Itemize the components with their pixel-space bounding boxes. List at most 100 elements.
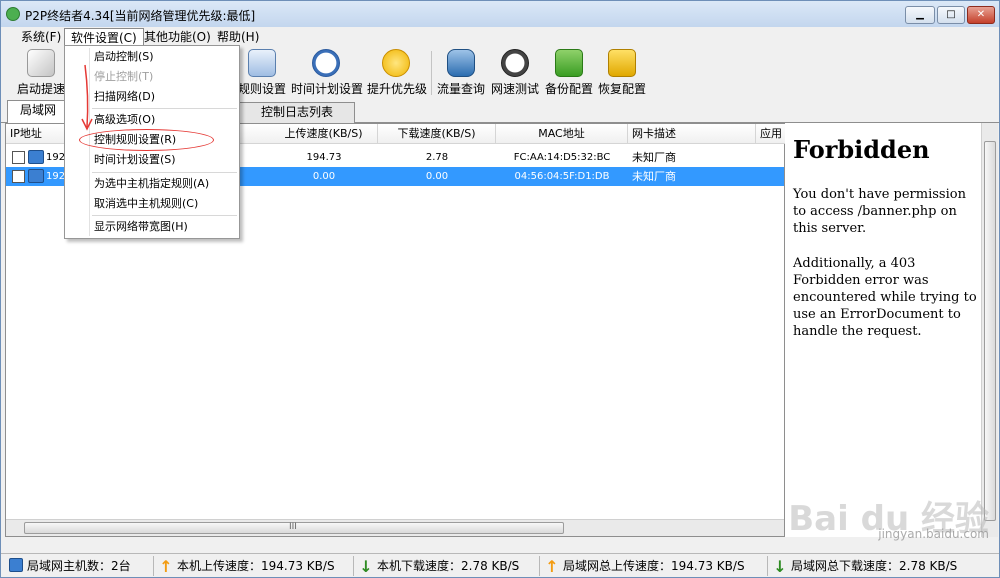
cell-upload: 194.73 bbox=[306, 152, 342, 163]
cell-vendor: 未知厂商 bbox=[632, 151, 676, 164]
scroll-thumb[interactable] bbox=[984, 141, 996, 521]
medal-icon bbox=[382, 49, 410, 77]
window-title: P2P终结者4.34[当前网络管理优先级:最低] bbox=[25, 9, 256, 23]
menu-item-bandwidth-graph[interactable]: 显示网络带宽图(H) bbox=[94, 217, 188, 237]
toolbar-divider bbox=[431, 51, 432, 95]
status-divider bbox=[539, 556, 540, 576]
menu-item-assign-rule[interactable]: 为选中主机指定规则(A) bbox=[94, 174, 209, 194]
backup-config-button[interactable]: 备份配置 bbox=[545, 49, 593, 97]
raise-priority-button[interactable]: 提升优先级 bbox=[367, 49, 428, 97]
cell-ip: 192 bbox=[46, 152, 66, 163]
menu-software-settings[interactable]: 软件设置(C) bbox=[64, 28, 144, 46]
horizontal-scrollbar[interactable]: III bbox=[6, 519, 784, 536]
status-divider bbox=[353, 556, 354, 576]
speedometer-icon bbox=[501, 49, 529, 77]
forbidden-title: Forbidden bbox=[793, 135, 930, 164]
menu-divider bbox=[92, 108, 237, 109]
menu-item-cancel-rule[interactable]: 取消选中主机规则(C) bbox=[94, 194, 198, 214]
row-checkbox[interactable] bbox=[12, 170, 25, 183]
column-app[interactable]: 应用 bbox=[756, 124, 786, 144]
column-download-speed[interactable]: 下载速度(KB/S) bbox=[378, 124, 496, 144]
row-checkbox[interactable] bbox=[12, 151, 25, 164]
tab-lan[interactable]: 局域网 bbox=[7, 100, 69, 123]
column-mac[interactable]: MAC地址 bbox=[496, 124, 628, 144]
cell-mac: FC:AA:14:D5:32:BC bbox=[513, 152, 611, 163]
status-lan-upload: ↑ 局域网总上传速度：194.73 KB/S bbox=[545, 557, 745, 576]
status-bar: 局域网主机数：2台 ↑ 本机上传速度：194.73 KB/S ↓ 本机下载速度：2.… bbox=[1, 553, 999, 577]
start-speedup-button[interactable]: 启动提速 bbox=[15, 49, 67, 97]
cell-download: 2.78 bbox=[425, 152, 449, 163]
cell-mac: 04:56:04:5F:D1:DB bbox=[514, 171, 610, 182]
app-window: P2P终结者4.34[当前网络管理优先级:最低] ▁ □ ✕ 系统(F) 软件设… bbox=[0, 0, 1000, 578]
cell-download: 0.00 bbox=[425, 171, 449, 182]
menu-divider bbox=[92, 215, 237, 216]
backup-icon bbox=[555, 49, 583, 77]
menu-divider bbox=[92, 172, 237, 173]
status-lan-down-text: 局域网总下载速度：2.78 KB/S bbox=[791, 559, 958, 573]
computer-icon bbox=[28, 150, 44, 164]
cell-ip: 192 bbox=[46, 171, 66, 182]
restore-icon bbox=[608, 49, 636, 77]
title-bar: P2P终结者4.34[当前网络管理优先级:最低] ▁ □ ✕ bbox=[1, 1, 999, 27]
restore-config-button[interactable]: 恢复配置 bbox=[598, 49, 646, 97]
menu-item-scan-network[interactable]: 扫描网络(D) bbox=[94, 87, 155, 107]
time-plan-button[interactable]: 时间计划设置 bbox=[291, 49, 364, 97]
banner-panel: Forbidden You don't have permission to a… bbox=[785, 123, 981, 537]
status-local-up-text: 本机上传速度：194.73 KB/S bbox=[177, 559, 335, 573]
down-arrow-icon: ↓ bbox=[359, 557, 373, 576]
scroll-grip: III bbox=[289, 522, 297, 532]
computer-icon bbox=[28, 169, 44, 183]
database-globe-icon bbox=[447, 49, 475, 77]
toolbar-label: 规则设置 bbox=[238, 82, 287, 96]
toolbar-label: 流量查询 bbox=[437, 82, 486, 96]
app-logo-icon bbox=[6, 7, 20, 21]
cell-upload: 0.00 bbox=[312, 171, 336, 182]
forbidden-detail: Additionally, a 403 Forbidden error was … bbox=[793, 256, 977, 339]
menu-item-start-control[interactable]: 启动控制(S) bbox=[94, 47, 154, 67]
vertical-scrollbar[interactable] bbox=[981, 123, 998, 537]
clock-icon bbox=[312, 49, 340, 77]
menu-system[interactable]: 系统(F) bbox=[15, 28, 67, 46]
column-nic[interactable]: 网卡描述 bbox=[628, 124, 756, 144]
highlight-ring bbox=[79, 129, 214, 151]
menu-other-functions[interactable]: 其他功能(O) bbox=[138, 28, 217, 46]
computer-icon bbox=[9, 558, 23, 572]
status-divider bbox=[153, 556, 154, 576]
minimize-button[interactable]: ▁ bbox=[905, 6, 935, 24]
rocket-icon bbox=[27, 49, 55, 77]
column-upload-speed[interactable]: 上传速度(KB/S) bbox=[270, 124, 378, 144]
speed-test-button[interactable]: 网速测试 bbox=[491, 49, 539, 97]
toolbar-label: 时间计划设置 bbox=[291, 82, 364, 96]
status-host-count: 局域网主机数：2台 bbox=[9, 557, 131, 575]
close-button[interactable]: ✕ bbox=[967, 6, 995, 24]
status-local-down-text: 本机下载速度：2.78 KB/S bbox=[377, 559, 520, 573]
cell-vendor: 未知厂商 bbox=[632, 170, 676, 183]
toolbar-label: 备份配置 bbox=[545, 82, 594, 96]
watermark-url: jingyan.baidu.com bbox=[878, 527, 989, 541]
status-local-download: ↓ 本机下载速度：2.78 KB/S bbox=[359, 557, 519, 575]
menu-item-time-plan[interactable]: 时间计划设置(S) bbox=[94, 150, 176, 170]
column-ip[interactable]: IP地址 bbox=[6, 124, 66, 144]
status-divider bbox=[767, 556, 768, 576]
toolbar-label: 提升优先级 bbox=[367, 82, 428, 96]
toolbar-label: 恢复配置 bbox=[598, 82, 647, 96]
status-lan-download: ↓ 局域网总下载速度：2.78 KB/S bbox=[773, 557, 957, 575]
status-local-upload: ↑ 本机上传速度：194.73 KB/S bbox=[159, 557, 335, 576]
traffic-query-button[interactable]: 流量查询 bbox=[437, 49, 485, 97]
rules-settings-button[interactable]: 规则设置 bbox=[238, 49, 286, 97]
forbidden-message: You don't have permission to access /ban… bbox=[793, 187, 966, 236]
up-arrow-icon: ↑ bbox=[159, 557, 173, 576]
toolbar-label: 网速测试 bbox=[491, 82, 540, 96]
status-lan-up-text: 局域网总上传速度：194.73 KB/S bbox=[563, 559, 745, 573]
rules-icon bbox=[248, 49, 276, 77]
menu-item-stop-control: 停止控制(T) bbox=[94, 70, 154, 83]
scroll-thumb[interactable]: III bbox=[24, 522, 564, 534]
maximize-button[interactable]: □ bbox=[937, 6, 965, 24]
down-arrow-icon: ↓ bbox=[773, 557, 787, 576]
menu-help[interactable]: 帮助(H) bbox=[211, 28, 265, 46]
status-hosts-text: 局域网主机数：2台 bbox=[27, 559, 131, 573]
menu-item-advanced-options[interactable]: 高级选项(O) bbox=[94, 110, 155, 130]
toolbar-label: 启动提速 bbox=[16, 82, 65, 96]
up-arrow-icon: ↑ bbox=[545, 557, 559, 576]
tab-control-log[interactable]: 控制日志列表 bbox=[239, 102, 355, 123]
